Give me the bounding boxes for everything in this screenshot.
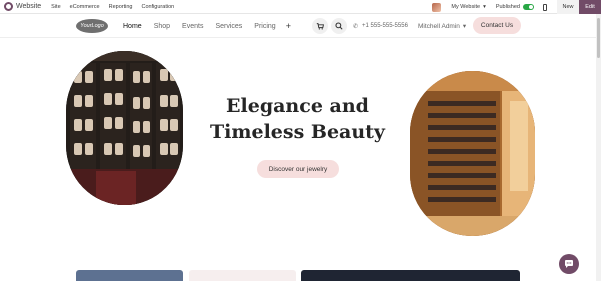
app-name: Website (16, 3, 42, 10)
chat-icon (565, 260, 573, 268)
odoo-logo-icon (4, 2, 13, 11)
phone-icon: ✆ (353, 23, 359, 30)
feature-card-blue (76, 270, 183, 281)
chat-button[interactable] (559, 254, 579, 274)
phone-link[interactable]: ✆ +1 555-555-5556 (353, 14, 408, 38)
phone-number: +1 555-555-5556 (362, 23, 408, 29)
menu-configuration[interactable]: Configuration (141, 4, 174, 10)
nav-home[interactable]: Home (123, 23, 142, 30)
site-logo[interactable]: YourLogo (76, 19, 108, 33)
website-switcher-label: My Website (451, 4, 481, 10)
user-avatar[interactable] (432, 2, 442, 12)
new-button[interactable]: New (557, 0, 579, 14)
contact-us-button[interactable]: Contact Us (473, 17, 521, 34)
site-header: YourLogo Home Shop Events Services Prici… (0, 14, 601, 38)
cart-button[interactable] (312, 18, 328, 34)
menu-ecommerce[interactable]: eCommerce (70, 4, 100, 10)
admin-menu: Site eCommerce Reporting Configuration (51, 4, 174, 10)
cart-icon (316, 23, 324, 30)
edit-button[interactable]: Edit (579, 0, 601, 14)
hero-store-shelves-image (410, 71, 535, 236)
feature-card-pink (189, 270, 296, 281)
user-name: Mitchell Admin (418, 22, 460, 30)
website-switcher[interactable]: My Website ▾ (451, 4, 485, 10)
published-toggle-group[interactable]: Published (496, 4, 534, 10)
published-toggle[interactable] (523, 4, 534, 10)
scrollbar-thumb[interactable] (597, 18, 600, 58)
published-label: Published (495, 4, 520, 10)
chevron-down-icon: ▾ (483, 4, 486, 10)
nav-services[interactable]: Services (215, 23, 242, 30)
add-menu-item-icon[interactable]: + (286, 21, 291, 31)
hero-title-line-2: Timeless Beauty (210, 121, 385, 143)
menu-site[interactable]: Site (51, 4, 60, 10)
chevron-down-icon: ▾ (462, 23, 467, 30)
page-scrollbar[interactable] (596, 14, 601, 281)
jewelry-display-picture (66, 51, 183, 205)
search-icon (335, 22, 343, 30)
discover-jewelry-button[interactable]: Discover our jewelry (257, 160, 339, 178)
admin-top-bar: Website Site eCommerce Reporting Configu… (0, 0, 601, 14)
nav-pricing[interactable]: Pricing (254, 23, 275, 30)
search-button[interactable] (331, 18, 347, 34)
app-home-link[interactable]: Website (4, 2, 41, 11)
hero-title: Elegance and Timeless Beauty (205, 93, 390, 145)
store-shelves-picture (410, 71, 535, 236)
admin-right-controls: My Website ▾ Published New Edit (432, 0, 601, 14)
user-menu[interactable]: Mitchell Admin ▾ (418, 14, 466, 38)
nav-shop[interactable]: Shop (154, 23, 170, 30)
menu-reporting[interactable]: Reporting (109, 4, 133, 10)
hero-title-line-1: Elegance and (226, 95, 369, 117)
nav-events[interactable]: Events (182, 23, 203, 30)
feature-card-dark (301, 270, 520, 281)
hero-jewelry-window-image (66, 51, 183, 205)
mobile-preview-icon[interactable] (543, 3, 547, 11)
main-nav: Home Shop Events Services Pricing + (123, 14, 291, 38)
